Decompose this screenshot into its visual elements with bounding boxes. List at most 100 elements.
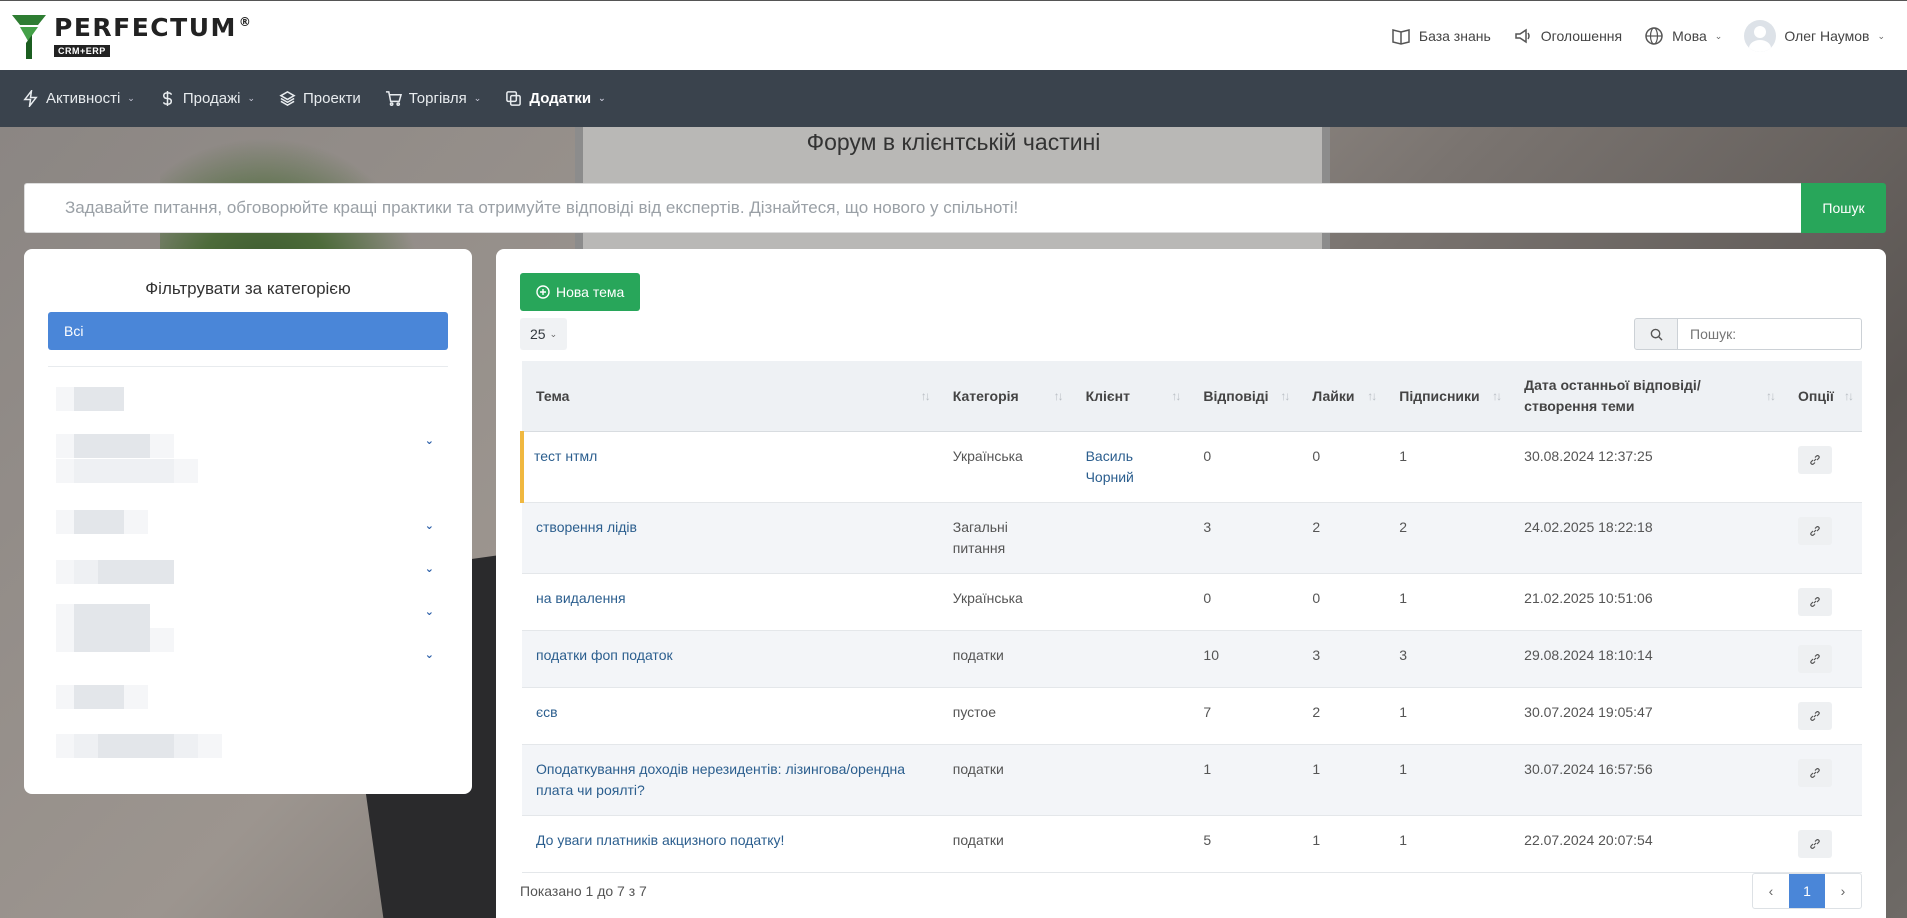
forum-search-button[interactable]: Пошук xyxy=(1801,183,1886,233)
user-menu[interactable]: Олег Наумов ⌄ xyxy=(1744,20,1885,52)
layers-icon xyxy=(279,91,296,106)
megaphone-icon xyxy=(1515,28,1530,44)
col-header-date[interactable]: Дата останньої відповіді/ створення теми… xyxy=(1510,361,1785,432)
topic-link[interactable]: До уваги платників акцизного податку! xyxy=(536,832,784,848)
col-header-replies[interactable]: Відповіді ↑↓ xyxy=(1189,361,1299,432)
col-header-label: Дата останньої відповіді/ створення теми xyxy=(1524,376,1701,414)
dollar-icon xyxy=(162,90,172,107)
logo-name: PERFECTUM xyxy=(54,13,237,42)
copy-link-button[interactable] xyxy=(1798,644,1833,673)
topic-link[interactable]: на видалення xyxy=(536,590,626,606)
chevron-down-icon[interactable]: ⌄ xyxy=(425,434,434,447)
showing-info: Показано 1 до 7 з 7 xyxy=(520,883,647,899)
nav-sales[interactable]: Продажі ⌄ xyxy=(159,90,255,107)
category-list-blurred: ⌄ ⌄ ⌄ ⌄ ⌄ xyxy=(48,367,448,767)
replies-cell: 5 xyxy=(1189,815,1299,873)
subscribers-cell: 2 xyxy=(1385,502,1511,574)
subscribers-cell: 3 xyxy=(1385,630,1511,688)
chevron-down-icon[interactable]: ⌄ xyxy=(425,519,434,532)
copy-link-button[interactable] xyxy=(1798,758,1833,787)
chevron-down-icon[interactable]: ⌄ xyxy=(425,648,434,661)
table-search-input[interactable] xyxy=(1678,318,1862,350)
col-header-topic[interactable]: Тема ↑↓ xyxy=(522,361,939,432)
col-header-likes[interactable]: Лайки ↑↓ xyxy=(1298,361,1386,432)
chevron-down-icon[interactable]: ⌄ xyxy=(425,562,434,575)
category-item[interactable] xyxy=(56,510,148,534)
replies-cell: 7 xyxy=(1189,687,1299,745)
copy-icon xyxy=(506,91,522,106)
prev-page-button[interactable]: ‹ xyxy=(1753,874,1789,908)
table-row: податки фоп податок податки 10 3 3 29.08… xyxy=(522,630,1862,688)
category-item[interactable] xyxy=(56,734,222,758)
likes-cell: 1 xyxy=(1298,744,1386,816)
subscribers-cell: 1 xyxy=(1385,815,1511,873)
forum-search-bar: Пошук xyxy=(24,183,1886,233)
copy-link-button[interactable] xyxy=(1798,701,1833,730)
cart-icon xyxy=(385,91,402,107)
nav-activities[interactable]: Активності ⌄ xyxy=(22,90,135,107)
top-header: PERFECTUM ® CRM+ERP База знань Оголошення… xyxy=(0,0,1907,70)
category-cell: податки xyxy=(938,744,1072,816)
likes-cell: 1 xyxy=(1298,815,1386,873)
pagination: ‹ 1 › xyxy=(1752,873,1862,909)
copy-link-button[interactable] xyxy=(1798,445,1833,474)
date-cell: 30.07.2024 19:05:47 xyxy=(1510,687,1785,745)
category-item[interactable] xyxy=(56,685,148,709)
nav-projects[interactable]: Проекти xyxy=(279,90,361,107)
page-title: Форум в клієнтській частині xyxy=(806,129,1101,155)
col-header-client[interactable]: Клієнт ↑↓ xyxy=(1071,361,1190,432)
copy-link-button[interactable] xyxy=(1798,587,1833,616)
category-item[interactable] xyxy=(56,604,150,628)
copy-link-button[interactable] xyxy=(1798,829,1833,858)
category-cell: Загальні питання xyxy=(938,502,1072,574)
table-row: єсв пустое 7 2 1 30.07.2024 19:05:47 xyxy=(522,687,1862,745)
sort-icon: ↑↓ xyxy=(1367,388,1377,403)
chevron-down-icon: ⌄ xyxy=(598,93,606,103)
category-all[interactable]: Всі xyxy=(48,312,448,350)
category-item[interactable] xyxy=(56,434,174,458)
forum-search-input[interactable] xyxy=(24,183,1801,233)
new-topic-button[interactable]: Нова тема xyxy=(520,273,641,311)
replies-cell: 0 xyxy=(1189,431,1299,503)
category-item[interactable] xyxy=(56,387,124,411)
link-icon xyxy=(1810,454,1820,465)
link-icon xyxy=(1810,838,1820,849)
next-page-button[interactable]: › xyxy=(1825,874,1861,908)
copy-link-button[interactable] xyxy=(1798,516,1833,545)
date-cell: 21.02.2025 10:51:06 xyxy=(1510,573,1785,631)
category-item[interactable] xyxy=(56,459,198,483)
sort-icon: ↑↓ xyxy=(1492,388,1502,403)
col-header-options[interactable]: Опції ↑↓ xyxy=(1784,361,1862,432)
sort-icon: ↑↓ xyxy=(920,388,931,403)
knowledge-base-link[interactable]: База знань xyxy=(1391,26,1491,46)
filter-title: Фільтрувати за категорією xyxy=(145,279,351,298)
category-item[interactable] xyxy=(56,560,174,584)
page-number-button[interactable]: 1 xyxy=(1789,874,1825,908)
language-dropdown[interactable]: Мова ⌄ xyxy=(1644,26,1722,46)
topic-link[interactable]: податки фоп податок xyxy=(536,647,673,663)
nav-addons[interactable]: Додатки ⌄ xyxy=(505,90,606,107)
topic-link[interactable]: тест нтмл xyxy=(534,448,597,464)
nav-trade[interactable]: Торгівля ⌄ xyxy=(385,90,481,107)
category-item[interactable] xyxy=(56,628,174,652)
announcements-link[interactable]: Оголошення xyxy=(1513,26,1622,46)
page-size-select[interactable]: 25 ⌄ xyxy=(520,318,568,350)
chevron-down-icon: ⌄ xyxy=(127,93,135,103)
knowledge-base-label: База знань xyxy=(1418,28,1491,44)
table-row: на видалення Українська 0 0 1 21.02.2025… xyxy=(522,573,1862,631)
topic-link[interactable]: єсв xyxy=(536,704,558,720)
topic-link[interactable]: Оподаткування доходів нерезидентів: лізи… xyxy=(536,761,905,798)
col-header-label: Категорія xyxy=(952,387,1019,404)
sort-icon: ↑↓ xyxy=(1844,388,1854,403)
chevron-down-icon[interactable]: ⌄ xyxy=(425,605,434,618)
client-link[interactable]: Василь Чорний xyxy=(1086,448,1134,485)
logo[interactable]: PERFECTUM ® CRM+ERP xyxy=(12,15,252,59)
col-header-category[interactable]: Категорія ↑↓ xyxy=(938,361,1072,432)
page-size-value: 25 xyxy=(530,326,546,342)
col-header-subscribers[interactable]: Підписники ↑↓ xyxy=(1385,361,1511,432)
topic-link[interactable]: створення лідів xyxy=(536,519,637,535)
chevron-down-icon: ⌄ xyxy=(549,328,558,339)
date-cell: 30.07.2024 16:57:56 xyxy=(1510,744,1785,816)
date-cell: 30.08.2024 12:37:25 xyxy=(1510,431,1785,503)
sort-icon: ↑↓ xyxy=(1766,388,1776,403)
